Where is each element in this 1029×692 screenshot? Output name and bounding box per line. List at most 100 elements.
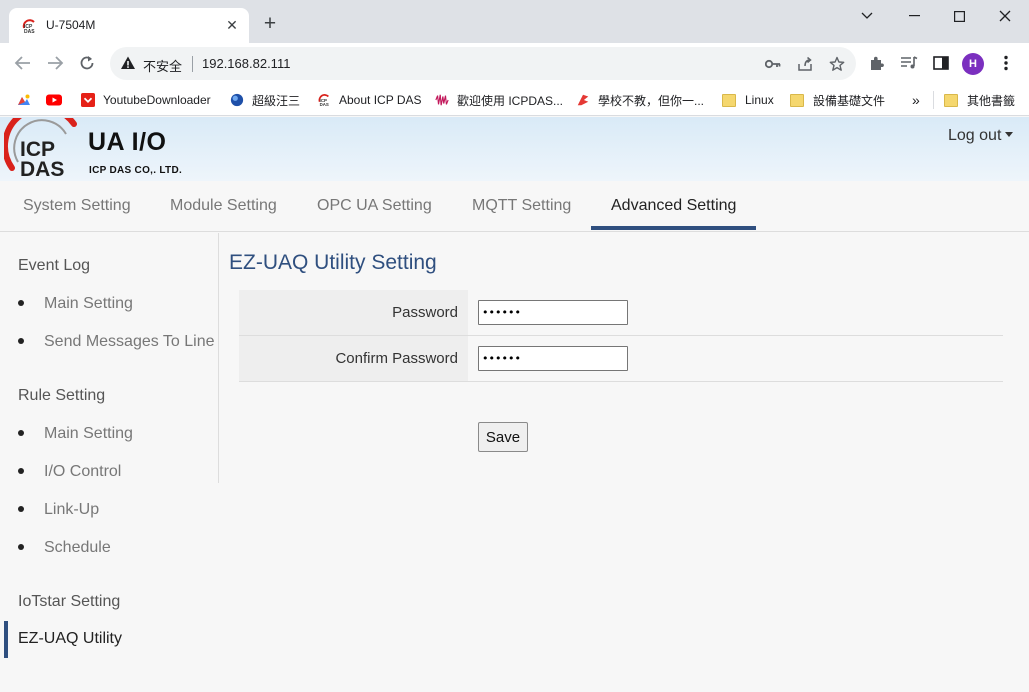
share-icon[interactable]: [796, 55, 814, 73]
sidebar-active-indicator: [4, 621, 8, 658]
new-tab-button[interactable]: +: [259, 13, 281, 35]
bullet-icon: [18, 506, 24, 512]
tab-advanced-setting[interactable]: Advanced Setting: [611, 197, 736, 215]
sidebar-item-io-control[interactable]: I/O Control: [44, 463, 121, 481]
logout-label: Log out: [948, 127, 1002, 144]
tab-module-setting[interactable]: Module Setting: [170, 197, 277, 215]
svg-text:DAS: DAS: [24, 29, 35, 34]
url-text[interactable]: 192.168.82.111: [202, 56, 290, 71]
chrome-apps-icon: [18, 94, 30, 105]
close-window-icon[interactable]: [982, 4, 1028, 28]
tab-opc-ua-setting[interactable]: OPC UA Setting: [317, 197, 432, 215]
forward-icon[interactable]: [43, 51, 67, 75]
main-nav: System Setting Module Setting OPC UA Set…: [0, 181, 1029, 232]
browser-toolbar: 不安全 192.168.82.111 H: [0, 43, 1029, 84]
bookmark-chaojiwangsan[interactable]: 超級汪三: [229, 92, 300, 108]
bullet-icon: [18, 338, 24, 344]
profile-avatar[interactable]: H: [962, 53, 984, 75]
tab-system-setting[interactable]: System Setting: [23, 197, 131, 215]
youtube-icon: [46, 94, 62, 106]
folder-icon: [722, 93, 736, 107]
password-row: Password: [239, 290, 1003, 336]
bookmark-folder-other[interactable]: 其他書籤: [944, 92, 1015, 108]
sidebar-heading-event-log[interactable]: Event Log: [18, 257, 90, 275]
folder-icon: [944, 93, 958, 107]
confirm-password-label: Confirm Password: [239, 336, 468, 381]
logout-menu[interactable]: Log out: [948, 127, 1014, 145]
bookmarks-separator: [933, 91, 934, 109]
icpdas-icon: ICP DAS: [318, 94, 329, 107]
address-bar[interactable]: 不安全 192.168.82.111: [110, 47, 856, 80]
tab-close-icon[interactable]: ✕: [223, 16, 241, 34]
bookmarks-bar: YoutubeDownloader 超級汪三 ICP DAS About ICP…: [0, 84, 1029, 116]
page-title: EZ-UAQ Utility Setting: [229, 251, 437, 274]
save-button[interactable]: Save: [478, 422, 528, 452]
globe-icon: [230, 93, 244, 107]
bookmark-school[interactable]: 學校不教，但你一...: [575, 92, 704, 108]
downloader-icon: [81, 93, 95, 107]
bookmarks-overflow-button[interactable]: »: [912, 92, 920, 108]
web-page: ICP DAS UA I/O ICP DAS CO,. LTD. Log out…: [0, 117, 1029, 692]
flag-icon: [577, 94, 589, 106]
sidebar-item-link-up[interactable]: Link-Up: [44, 501, 99, 519]
warning-icon[interactable]: [120, 55, 136, 71]
sidebar-heading-iotstar-setting[interactable]: IoTstar Setting: [18, 593, 120, 611]
bookmark-label: 其他書籤: [967, 93, 1016, 108]
tab-mqtt-setting[interactable]: MQTT Setting: [472, 197, 571, 215]
bookmark-label: 歡迎使用 ICPDAS...: [457, 93, 564, 108]
bookmark-label: Linux: [745, 93, 774, 107]
maximize-icon[interactable]: [936, 4, 982, 28]
bullet-icon: [18, 430, 24, 436]
bullet-icon: [18, 544, 24, 550]
bookmark-youtubedownloader[interactable]: YoutubeDownloader: [80, 92, 211, 108]
sidebar-heading-rule-setting[interactable]: Rule Setting: [18, 387, 105, 405]
sidebar-item-event-main-setting[interactable]: Main Setting: [44, 295, 133, 313]
extensions-icon[interactable]: [867, 53, 887, 73]
browser-tab[interactable]: ICP DAS U-7504M ✕: [9, 8, 249, 43]
side-panel-icon[interactable]: [931, 53, 951, 73]
bullet-icon: [18, 300, 24, 306]
browser-titlebar: ICP DAS U-7504M ✕ +: [0, 0, 1029, 43]
waveform-icon: [435, 94, 449, 106]
omnibox-separator: [192, 56, 193, 72]
star-icon[interactable]: [828, 55, 846, 73]
sidebar-item-send-messages-to-line[interactable]: Send Messages To Line: [44, 333, 214, 351]
bullet-icon: [18, 468, 24, 474]
bookmark-label: YoutubeDownloader: [103, 93, 211, 107]
bookmark-folder-docs[interactable]: 設備基礎文件: [790, 92, 885, 108]
minimize-icon[interactable]: [891, 4, 937, 28]
back-icon[interactable]: [11, 51, 35, 75]
bookmark-apps[interactable]: [16, 92, 39, 108]
bookmark-about-icpdas[interactable]: ICP DAS About ICP DAS: [316, 92, 422, 108]
key-icon[interactable]: [764, 55, 782, 73]
bookmark-label: 設備基礎文件: [813, 93, 886, 108]
bookmark-label: 學校不教，但你一...: [598, 93, 705, 108]
icpdas-favicon-icon: ICP DAS: [22, 19, 35, 34]
bookmark-youtube[interactable]: [46, 92, 69, 108]
folder-icon: [790, 93, 804, 107]
password-field[interactable]: [478, 300, 628, 325]
media-control-icon[interactable]: [899, 53, 919, 73]
sidebar-item-rule-main-setting[interactable]: Main Setting: [44, 425, 133, 443]
caret-down-icon: [1005, 132, 1014, 137]
logo-text-bottom: DAS: [20, 158, 64, 180]
password-label: Password: [239, 290, 468, 335]
bookmark-label: About ICP DAS: [339, 93, 422, 107]
confirm-password-row: Confirm Password: [239, 336, 1003, 382]
reload-icon[interactable]: [75, 51, 99, 75]
sidebar-item-schedule[interactable]: Schedule: [44, 539, 111, 557]
svg-text:DAS: DAS: [320, 102, 329, 107]
confirm-password-field[interactable]: [478, 346, 628, 371]
company-name: ICP DAS CO,. LTD.: [89, 165, 183, 176]
sidebar-item-ez-uaq-utility[interactable]: EZ-UAQ Utility: [18, 630, 122, 648]
active-tab-indicator: [591, 226, 756, 230]
icpdas-logo: ICP DAS: [4, 118, 77, 180]
tab-title: U-7504M: [46, 18, 96, 32]
insecure-label[interactable]: 不安全: [143, 56, 182, 75]
bookmark-folder-linux[interactable]: Linux: [722, 92, 774, 108]
brand-title: UA I/O: [88, 128, 167, 156]
kebab-menu-icon[interactable]: [996, 53, 1016, 73]
bookmark-welcome-icpdas[interactable]: 歡迎使用 ICPDAS...: [434, 92, 563, 108]
tab-search-icon[interactable]: [844, 4, 890, 28]
bookmark-label: 超級汪三: [252, 93, 301, 108]
